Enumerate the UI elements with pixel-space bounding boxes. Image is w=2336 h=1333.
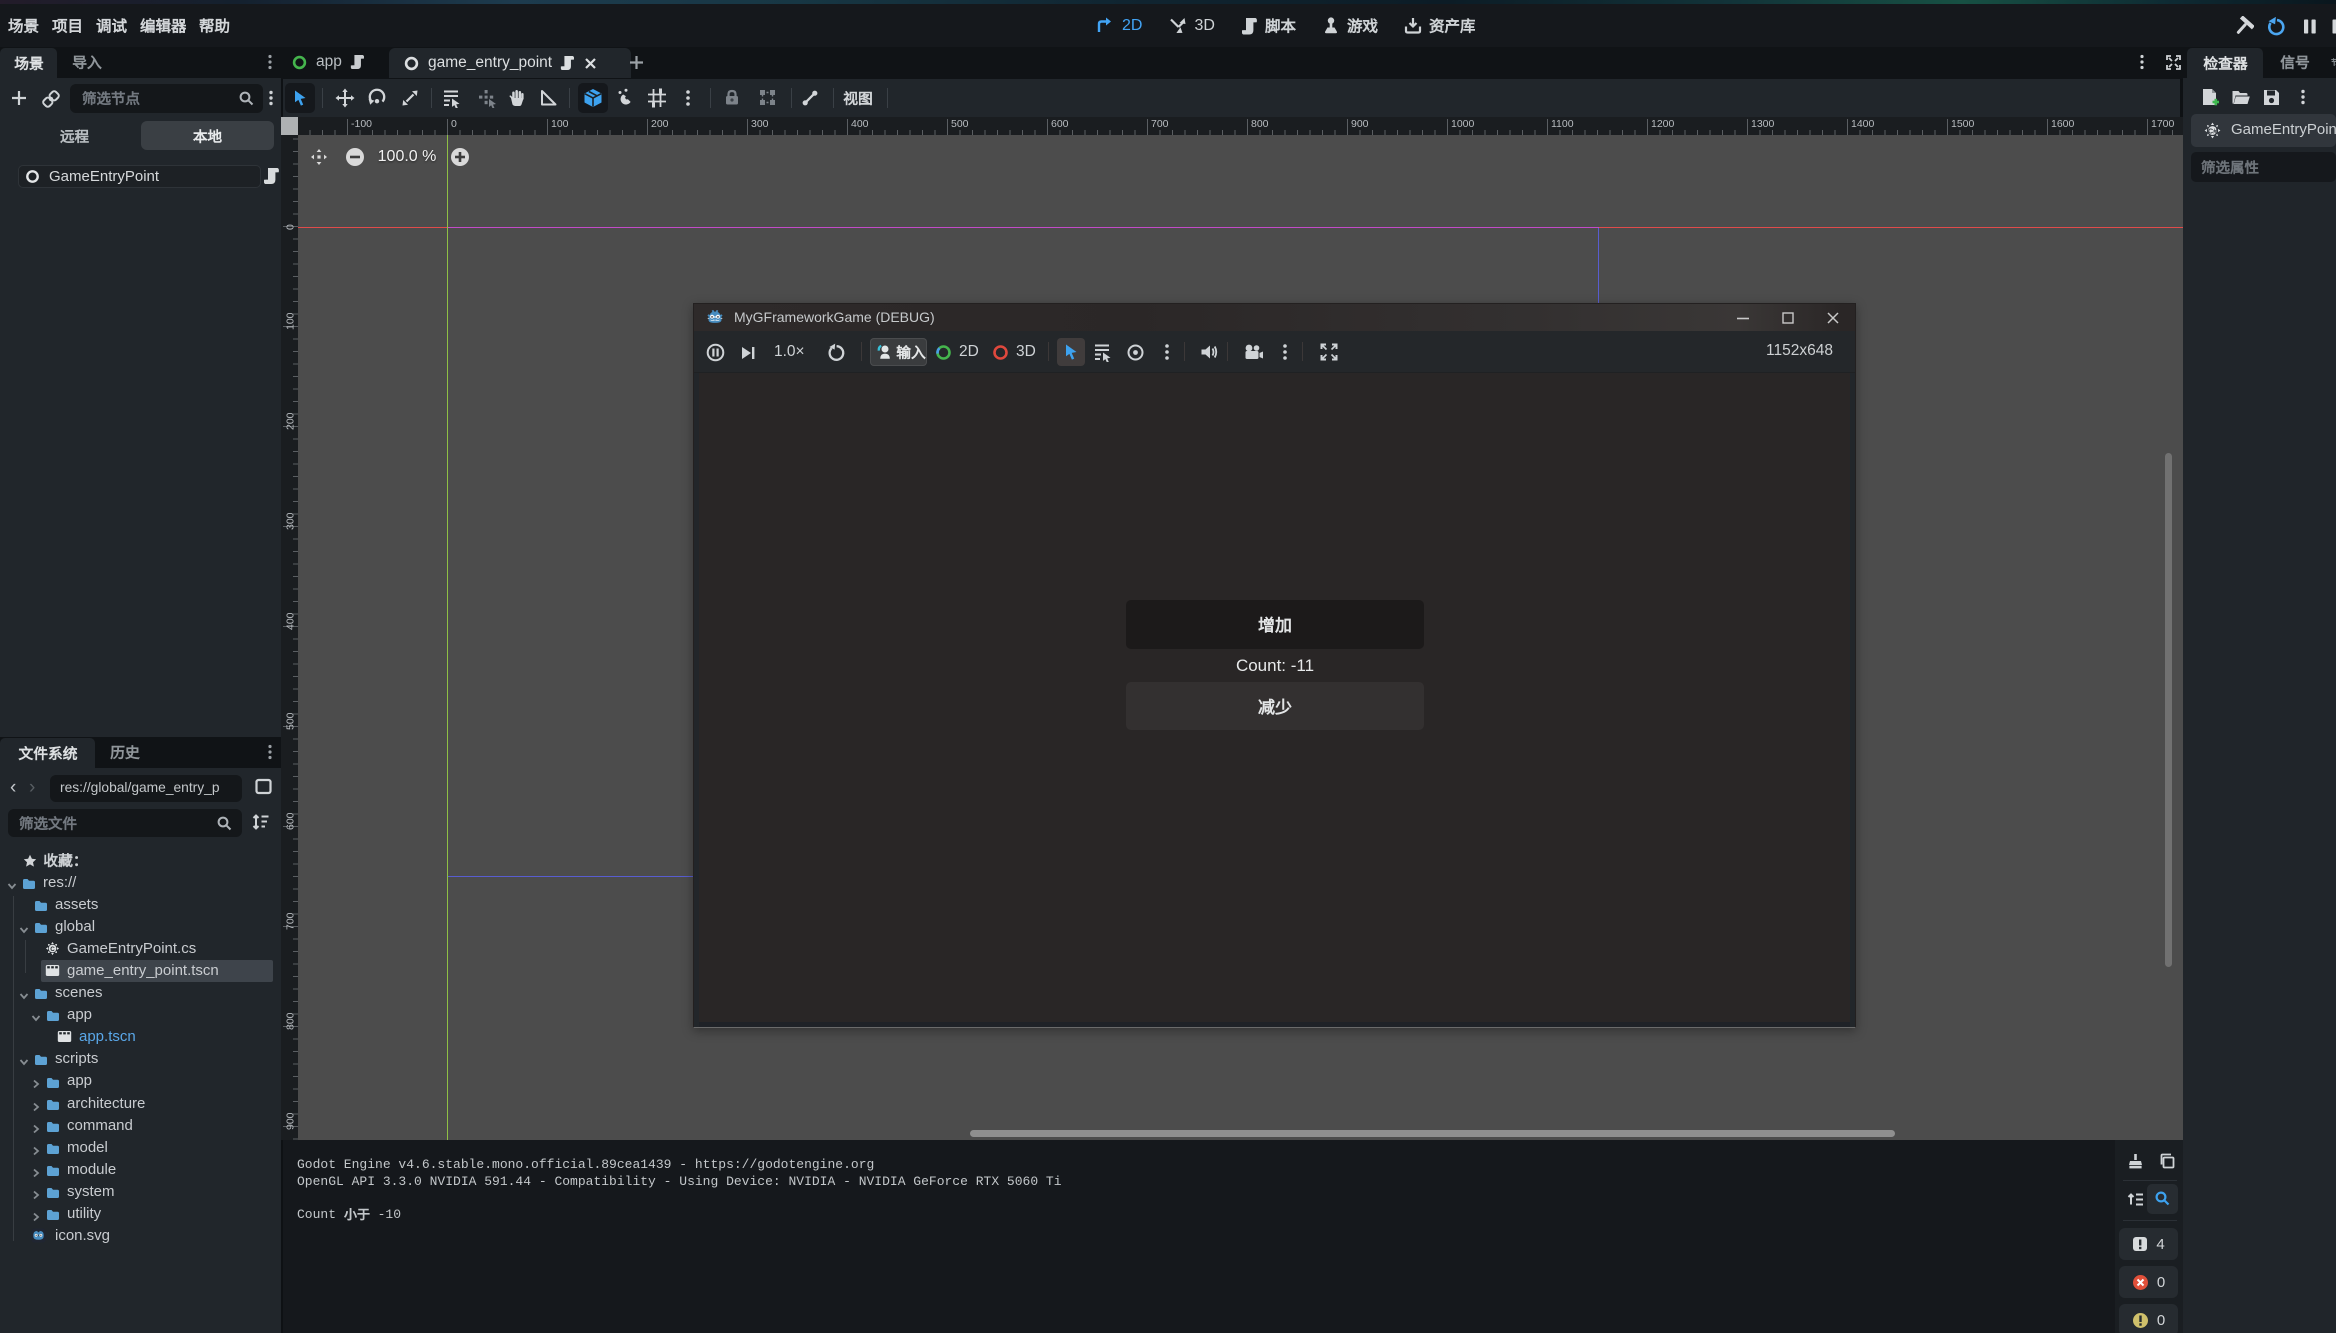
svg-text:600: 600	[285, 812, 297, 830]
svg-text:1600: 1600	[2051, 118, 2075, 130]
svg-text:200: 200	[285, 412, 297, 430]
svg-text:0: 0	[451, 118, 457, 130]
svg-text:100: 100	[551, 118, 569, 130]
svg-text:900: 900	[285, 1112, 297, 1130]
svg-text:C#: C#	[2208, 127, 2217, 135]
svg-text:400: 400	[285, 612, 297, 630]
svg-text:1500: 1500	[1951, 118, 1975, 130]
svg-text:1400: 1400	[1851, 118, 1875, 130]
svg-text:700: 700	[285, 912, 297, 930]
svg-text:300: 300	[285, 512, 297, 530]
svg-text:800: 800	[285, 1012, 297, 1030]
svg-text:300: 300	[751, 118, 769, 130]
svg-text:200: 200	[651, 118, 669, 130]
svg-text:500: 500	[951, 118, 969, 130]
svg-text:1700: 1700	[2151, 118, 2175, 130]
svg-text:100: 100	[285, 312, 297, 330]
svg-text:-100: -100	[351, 118, 372, 130]
svg-text:1200: 1200	[1651, 118, 1675, 130]
svg-text:500: 500	[285, 712, 297, 730]
svg-text:1000: 1000	[1451, 118, 1475, 130]
svg-text:400: 400	[851, 118, 869, 130]
svg-text:800: 800	[1251, 118, 1269, 130]
svg-text:600: 600	[1051, 118, 1069, 130]
svg-text:700: 700	[1151, 118, 1169, 130]
svg-text:1100: 1100	[1551, 118, 1574, 130]
svg-text:1300: 1300	[1751, 118, 1775, 130]
svg-text:0: 0	[285, 224, 297, 230]
svg-text:C: C	[50, 946, 55, 953]
svg-text:900: 900	[1351, 118, 1369, 130]
